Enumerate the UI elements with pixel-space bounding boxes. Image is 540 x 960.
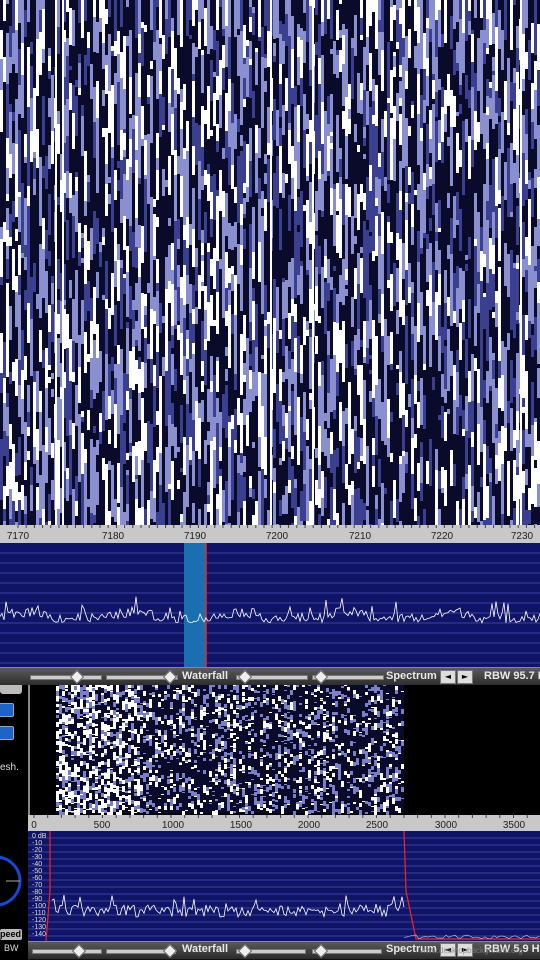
slider-knob[interactable] — [71, 943, 87, 959]
level-tick-label: -40 — [32, 861, 42, 868]
bottom-spectrum-canvas: 0 dB -10 -20 -30 -40 -50 -60 -70 -80 -90… — [28, 831, 540, 941]
sidebar-button-2[interactable] — [0, 726, 14, 740]
freq-tick-label: 7200 — [266, 531, 289, 542]
audio-tick-label: 3000 — [435, 820, 458, 831]
level-tick-label: 0 dB — [32, 833, 47, 840]
slider-knob[interactable] — [162, 669, 178, 685]
level-tick-label: -30 — [32, 854, 42, 861]
audio-tick-label: 2000 — [298, 820, 321, 831]
slider-knob[interactable] — [162, 943, 178, 959]
slider-knob[interactable] — [313, 943, 329, 959]
level-tick-label: -120 — [32, 917, 46, 924]
watermark: www.desktopbackground.org — [420, 946, 523, 955]
level-tick-label: -60 — [32, 875, 42, 882]
level-tick-label: -130 — [32, 924, 46, 931]
slider-knob[interactable] — [237, 669, 253, 685]
waterfall-label: Waterfall — [182, 670, 229, 682]
level-tick-label: -140 — [32, 931, 46, 938]
rbw-label: RBW 95.7 H — [484, 670, 540, 682]
audio-tick-label: 1000 — [162, 820, 185, 831]
freq-tick-label: 7220 — [431, 531, 454, 542]
level-tick-label: -50 — [32, 868, 42, 875]
audio-frequency-axis: 0 500 1000 1500 2000 2500 3000 3500 — [28, 815, 540, 831]
level-tick-label: -100 — [32, 903, 46, 910]
waterfall-label: Waterfall — [182, 943, 229, 955]
bottom-slider-1[interactable] — [32, 949, 102, 954]
spectrum-label: Spectrum — [386, 670, 437, 682]
top-control-bar: Waterfall Spectrum ◄ ► RBW 95.7 H — [0, 667, 540, 687]
arrow-right-button[interactable]: ► — [457, 670, 473, 684]
top-slider-1[interactable] — [30, 675, 102, 680]
bottom-waterfall-frame — [28, 685, 540, 815]
audio-tick-label: 0 — [31, 820, 37, 831]
audio-tick-label: 500 — [94, 820, 111, 831]
level-tick-label: -10 — [32, 840, 42, 847]
top-frequency-axis: 7170 7180 7190 7200 7210 7220 7230 — [0, 525, 540, 543]
level-tick-label: -110 — [32, 910, 46, 917]
level-tick-label: -20 — [32, 847, 42, 854]
bw-label: BW — [4, 943, 19, 953]
sidebar-top-button[interactable] — [0, 685, 22, 694]
audio-tick-label: 2500 — [366, 820, 389, 831]
freq-tick-label: 7190 — [184, 531, 207, 542]
left-sidebar: esh. peed BW — [0, 685, 28, 960]
freq-tick-label: 7230 — [511, 531, 534, 542]
top-spectrum[interactable] — [0, 543, 540, 667]
level-tick-label: -70 — [32, 882, 42, 889]
freq-tick-label: 7210 — [349, 531, 372, 542]
audio-tick-label: 3500 — [503, 820, 526, 831]
arrow-left-button[interactable]: ◄ — [440, 670, 456, 684]
top-waterfall-canvas — [0, 0, 540, 525]
freq-tick-label: 7180 — [102, 531, 125, 542]
sidebar-button-1[interactable] — [0, 703, 14, 717]
speed-button[interactable]: peed — [0, 929, 22, 940]
bottom-waterfall-canvas[interactable] — [30, 685, 540, 815]
level-tick-label: -90 — [32, 896, 42, 903]
freq-tick-label: 7170 — [7, 531, 30, 542]
top-spectrum-canvas — [0, 543, 540, 667]
top-waterfall[interactable] — [0, 0, 540, 525]
level-tick-label: -80 — [32, 889, 42, 896]
bottom-spectrum[interactable]: 0 dB -10 -20 -30 -40 -50 -60 -70 -80 -90… — [28, 831, 540, 941]
audio-tick-label: 1500 — [230, 820, 253, 831]
refresh-label: esh. — [0, 762, 19, 773]
slider-knob[interactable] — [69, 669, 85, 685]
slider-knob[interactable] — [237, 943, 253, 959]
tuning-dial[interactable] — [0, 843, 22, 919]
slider-knob[interactable] — [313, 669, 329, 685]
